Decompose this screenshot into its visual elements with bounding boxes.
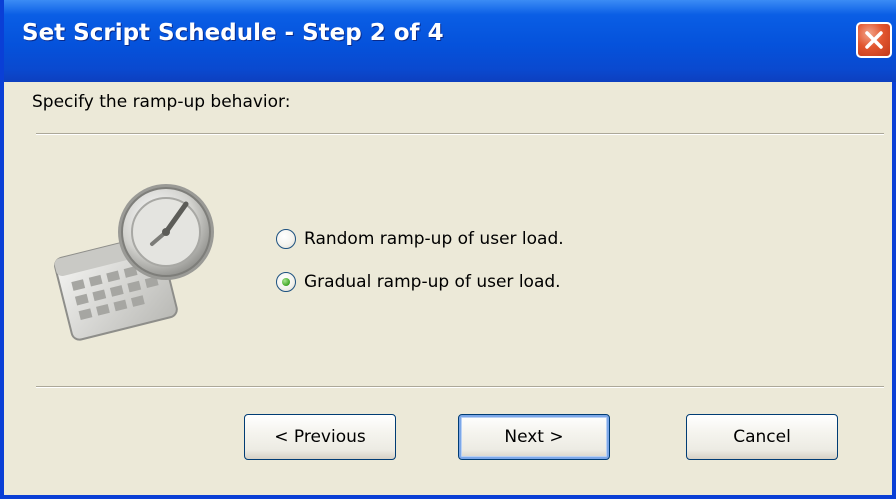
next-button[interactable]: Next > — [458, 414, 610, 460]
close-icon — [865, 31, 883, 49]
separator-top — [36, 133, 884, 135]
option-random-label[interactable]: Random ramp-up of user load. — [304, 229, 564, 249]
title-bar[interactable]: Set Script Schedule - Step 2 of 4 — [4, 0, 896, 82]
option-gradual-label[interactable]: Gradual ramp-up of user load. — [304, 272, 561, 292]
prompt-text: Specify the ramp-up behavior: — [32, 92, 291, 112]
dialog-window: Set Script Schedule - Step 2 of 4 Specif… — [0, 0, 896, 499]
radio-gradual[interactable] — [276, 272, 296, 292]
previous-button[interactable]: < Previous — [244, 414, 396, 460]
dialog-title: Set Script Schedule - Step 2 of 4 — [22, 20, 444, 46]
radio-random[interactable] — [276, 229, 296, 249]
option-random[interactable]: Random ramp-up of user load. — [276, 229, 564, 249]
option-gradual[interactable]: Gradual ramp-up of user load. — [276, 272, 561, 292]
separator-bottom — [36, 386, 884, 388]
close-button[interactable] — [856, 22, 892, 58]
clock-calendar-icon — [54, 184, 214, 341]
cancel-button[interactable]: Cancel — [686, 414, 838, 460]
